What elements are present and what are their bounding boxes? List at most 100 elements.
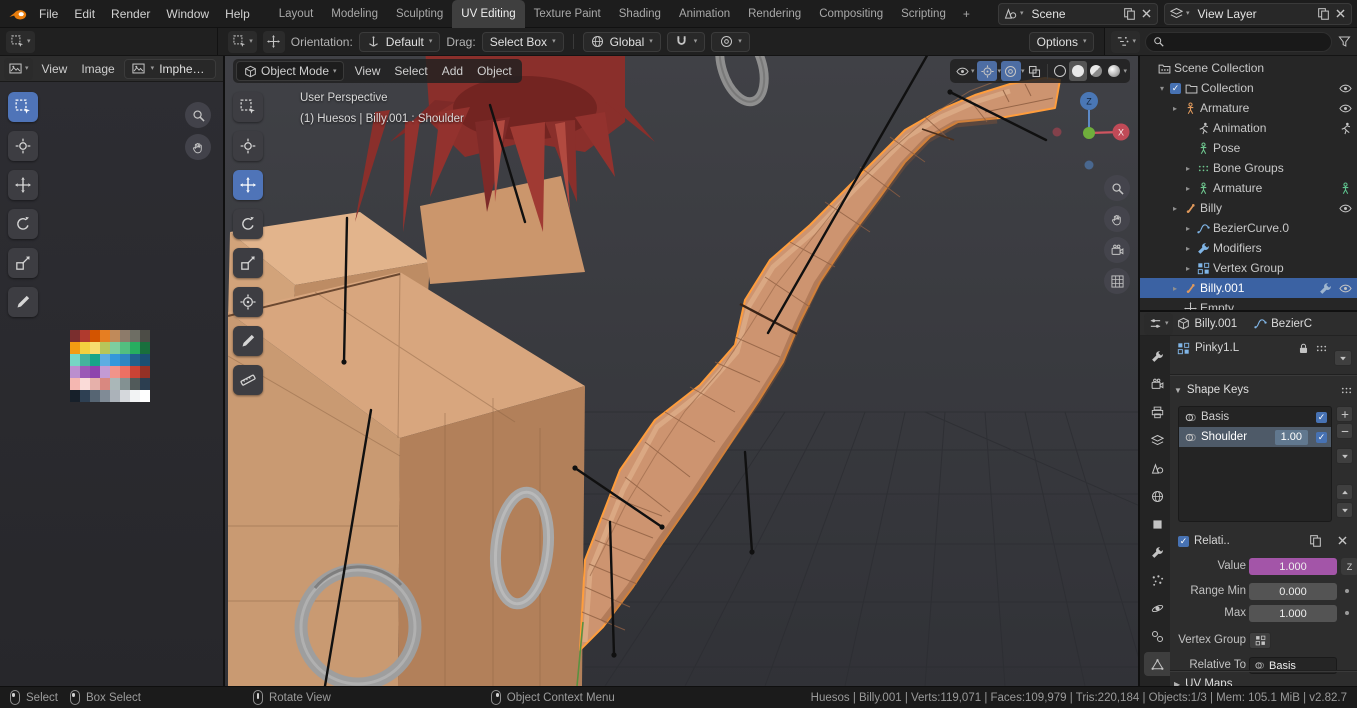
viewport-menu-view[interactable]: View	[348, 59, 388, 83]
shape-key-shoulder[interactable]: Shoulder 1.00 ✓	[1179, 427, 1331, 447]
uv-tool-select-box[interactable]	[8, 92, 38, 122]
outliner-row-billy[interactable]: ▸ Billy	[1140, 198, 1357, 218]
outliner-row-vertex-group[interactable]: ▸ Vertex Group	[1140, 258, 1357, 278]
viewport-active-tool-button[interactable]: ▾	[228, 30, 257, 53]
hide-in-viewport-toggle[interactable]	[1338, 81, 1352, 95]
workspace-tab-modeling[interactable]: Modeling	[322, 0, 387, 28]
proportional-editing-toggle[interactable]: ▾	[711, 31, 750, 52]
transform-orientation-dropdown[interactable]: Global ▾	[582, 31, 661, 52]
uv-zoom-button[interactable]	[185, 102, 211, 128]
outliner-row-pose[interactable]: Pose	[1140, 138, 1357, 158]
new-scene-button[interactable]	[1122, 7, 1136, 21]
workspace-tab-uv-editing[interactable]: UV Editing	[452, 0, 525, 28]
outliner-row-empty[interactable]: Empty	[1140, 298, 1357, 310]
outliner-row-armature[interactable]: ▸ Armature	[1140, 98, 1357, 118]
properties-editor-type-dropdown[interactable]: ▾	[1144, 312, 1173, 335]
relative-checkbox[interactable]: ✓	[1178, 535, 1189, 547]
viewport-tool-select-box[interactable]	[233, 92, 263, 122]
shape-key-basis[interactable]: Basis ✓	[1179, 407, 1331, 427]
outliner-row-modifiers[interactable]: ▸ Modifiers	[1140, 238, 1357, 258]
scene-selector[interactable]: ▾ Scene	[998, 2, 1158, 25]
relative-to-dropdown[interactable]: Basis	[1249, 657, 1337, 674]
breadcrumb-data[interactable]: BezierC	[1271, 318, 1312, 330]
outliner-search-input[interactable]	[1169, 34, 1324, 49]
breadcrumb-object[interactable]: Billy.001	[1195, 318, 1238, 330]
viewport-menu-select[interactable]: Select	[387, 59, 434, 83]
uv-tool-annotate[interactable]	[8, 287, 38, 317]
properties-tab-object-data[interactable]	[1144, 652, 1170, 676]
hide-in-viewport-toggle[interactable]	[1338, 201, 1352, 215]
range-max-field[interactable]: 1.000	[1249, 605, 1337, 622]
viewport-tool-cursor[interactable]	[233, 131, 263, 161]
viewport-pan-button[interactable]	[1104, 206, 1130, 232]
properties-tab-scene[interactable]	[1144, 456, 1170, 480]
remove-view-layer-button[interactable]	[1333, 7, 1347, 21]
properties-tab-render[interactable]	[1144, 372, 1170, 396]
shading-wireframe-button[interactable]	[1051, 61, 1069, 81]
image-selector[interactable]: ▾ ImphenziaPalet…	[123, 58, 216, 79]
uv-tool-rotate[interactable]	[8, 209, 38, 239]
viewport-tool-move[interactable]	[233, 170, 263, 200]
outliner-row-billy-001[interactable]: ▸ Billy.001	[1140, 278, 1357, 298]
workspace-tab-layout[interactable]: Layout	[270, 0, 323, 28]
shape-key-value-slider[interactable]: 1.000	[1249, 558, 1337, 575]
range-min-field[interactable]: 0.000	[1249, 583, 1337, 600]
show-gizmo-toggle[interactable]	[977, 61, 998, 81]
uv-maps-panel-header[interactable]: ▶ UV Maps	[1174, 674, 1353, 686]
properties-tab-particles[interactable]	[1144, 568, 1170, 592]
properties-tab-tool[interactable]	[1144, 344, 1170, 368]
uv-menu-image[interactable]: Image	[74, 56, 121, 82]
xray-toggle[interactable]	[1024, 61, 1044, 81]
collection-checkbox[interactable]: ✓	[1170, 82, 1181, 94]
uv-active-tool-button[interactable]: ▾	[6, 30, 35, 53]
viewport-ortho-button[interactable]	[1104, 268, 1130, 294]
orientation-dropdown[interactable]: Default ▾	[358, 31, 441, 52]
workspace-tab-scripting[interactable]: Scripting	[892, 0, 955, 28]
move-shape-key-down-button[interactable]	[1336, 502, 1353, 518]
hide-in-viewport-toggle[interactable]	[1338, 281, 1352, 295]
disclosure-closed-icon[interactable]: ▸	[1183, 164, 1193, 173]
shape-key-specials-button[interactable]	[1336, 448, 1353, 464]
workspace-tab-animation[interactable]: Animation	[670, 0, 739, 28]
properties-tab-output[interactable]	[1144, 400, 1170, 424]
outliner-row-bone-groups[interactable]: ▸ Bone Groups	[1140, 158, 1357, 178]
drag-dropdown[interactable]: Select Box ▾	[481, 31, 564, 52]
properties-tab-world[interactable]	[1144, 484, 1170, 508]
viewport-menu-add[interactable]: Add	[435, 59, 470, 83]
disclosure-closed-icon[interactable]: ▸	[1183, 184, 1193, 193]
add-shape-key-button[interactable]	[1336, 406, 1353, 422]
animate-dot-icon[interactable]	[1345, 611, 1349, 615]
gizmo-negative-z[interactable]	[1084, 160, 1094, 170]
shape-keys-panel-header[interactable]: ▼ Shape Keys	[1174, 380, 1353, 400]
shape-key-mute-checkbox[interactable]: ✓	[1316, 431, 1327, 443]
disclosure-closed-icon[interactable]: ▸	[1183, 224, 1193, 233]
disclosure-closed-icon[interactable]: ▸	[1170, 284, 1180, 293]
properties-tab-view-layer[interactable]	[1144, 428, 1170, 452]
vertex-group-item[interactable]: Pinky1.L	[1176, 338, 1328, 358]
viewport-menu-object[interactable]: Object	[470, 59, 519, 83]
disclosure-closed-icon[interactable]: ▸	[1170, 204, 1180, 213]
uv-editor-type-dropdown[interactable]: ▾	[4, 57, 33, 80]
shading-rendered-button[interactable]	[1105, 61, 1123, 81]
viewport-tool-rotate[interactable]	[233, 209, 263, 239]
snap-toggle[interactable]: ▾	[666, 31, 706, 52]
animate-dot-icon[interactable]	[1345, 589, 1349, 593]
viewport-zoom-button[interactable]	[1104, 175, 1130, 201]
driver-icon[interactable]: Z	[1341, 558, 1357, 575]
workspace-tab-sculpting[interactable]: Sculpting	[387, 0, 452, 28]
menu-help[interactable]: Help	[217, 0, 258, 28]
filter-icon[interactable]	[1337, 35, 1351, 49]
vertex-group-specials-button[interactable]	[1334, 350, 1352, 366]
options-dropdown[interactable]: Options ▾	[1028, 31, 1095, 52]
menu-window[interactable]: Window	[158, 0, 217, 28]
menu-file[interactable]: File	[31, 0, 66, 28]
add-workspace-button[interactable]: +	[955, 0, 978, 28]
remove-shape-key-button[interactable]	[1336, 423, 1353, 439]
disclosure-closed-icon[interactable]: ▸	[1170, 104, 1180, 113]
gizmo-negative-x[interactable]	[1052, 127, 1062, 137]
disclosure-open-icon[interactable]: ▼	[1174, 386, 1182, 395]
move-shape-key-up-button[interactable]	[1336, 484, 1353, 500]
vertex-group-select-button[interactable]	[1249, 632, 1271, 649]
mode-dropdown[interactable]: Object Mode ▾	[236, 61, 344, 81]
uv-menu-view[interactable]: View	[35, 56, 75, 82]
